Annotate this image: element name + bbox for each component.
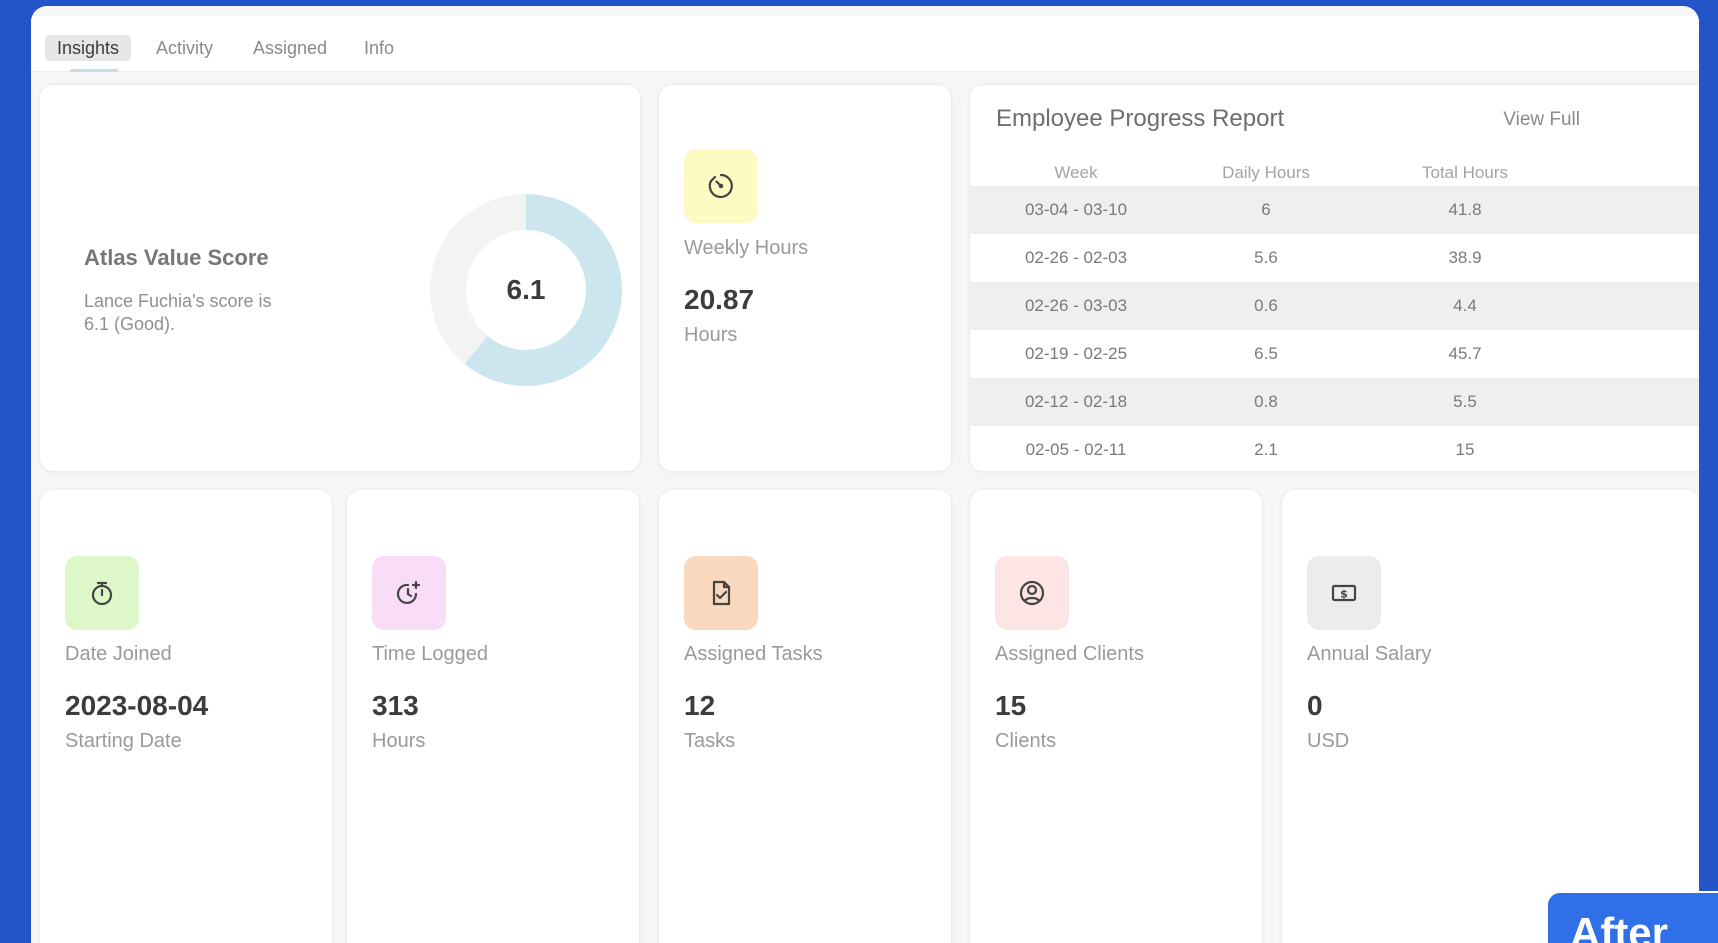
- table-row: 02-12 - 02-18 0.8 5.5: [970, 378, 1699, 426]
- cell-total-hours: 4.4: [1453, 296, 1477, 315]
- column-header-daily-hours: Daily Hours: [1222, 163, 1310, 182]
- date-joined-value: 2023-08-04: [65, 690, 209, 721]
- after-badge: After: [1546, 891, 1718, 943]
- table-row: 02-05 - 02-11 2.1 15: [970, 426, 1699, 473]
- table-row: 02-19 - 02-25 6.5 45.7: [970, 330, 1699, 378]
- dollar-bill-icon: $: [1307, 556, 1381, 630]
- assigned-tasks-label: Assigned Tasks: [684, 643, 823, 665]
- tab-assigned[interactable]: Assigned: [241, 35, 339, 61]
- date-joined-label: Date Joined: [65, 643, 172, 665]
- assigned-tasks-value: 12: [684, 690, 716, 721]
- cell-week: 02-26 - 02-03: [1024, 248, 1128, 267]
- annual-salary-value: 0: [1307, 690, 1323, 721]
- score-title: Atlas Value Score: [84, 245, 269, 270]
- column-header-total-hours: Total Hours: [1422, 163, 1508, 182]
- assigned-clients-value: 15: [995, 690, 1027, 721]
- stat-card: Time Logged 313 Hours: [346, 489, 640, 943]
- cell-total-hours: 45.7: [1448, 344, 1482, 363]
- cell-week: 03-04 - 03-10: [1024, 200, 1128, 219]
- cell-total-hours: 15: [1455, 440, 1475, 459]
- cell-total-hours: 41.8: [1448, 200, 1482, 219]
- table-row: 02-26 - 02-03 5.6 38.9: [970, 234, 1699, 282]
- assigned-clients-label: Assigned Clients: [995, 643, 1144, 665]
- weekly-hours-card: Weekly Hours 20.87 Hours: [658, 84, 952, 472]
- score-description: Lance Fuchia's score is 6.1 (Good).: [84, 291, 272, 334]
- cell-daily-hours: 5.6: [1254, 248, 1278, 267]
- weekly-hours-unit: Hours: [684, 324, 738, 346]
- weekly-hours-label: Weekly Hours: [684, 237, 809, 259]
- report-table-header: Week Daily Hours Total Hours: [970, 163, 1699, 185]
- tab-bar: Insights Activity Assigned Info: [31, 16, 1699, 72]
- cell-week: 02-26 - 03-03: [1024, 296, 1128, 315]
- report-title: Employee Progress Report: [996, 105, 1285, 132]
- score-card: Atlas Value Score Lance Fuchia's score i…: [39, 84, 641, 472]
- cell-daily-hours: 2.1: [1254, 440, 1278, 459]
- table-row: 02-26 - 03-03 0.6 4.4: [970, 282, 1699, 330]
- cell-daily-hours: 0.6: [1254, 296, 1278, 315]
- stat-card: Assigned Tasks 12 Tasks: [658, 489, 952, 943]
- timer-icon: [684, 149, 758, 223]
- stat-card: $ Annual Salary 0 USD: [1281, 489, 1699, 943]
- progress-report-card: Employee Progress Report View Full Week …: [969, 84, 1699, 472]
- clock-plus-icon: [372, 556, 446, 630]
- score-value: 6.1: [506, 274, 546, 305]
- stopwatch-icon: [65, 556, 139, 630]
- stat-card: Assigned Clients 15 Clients: [969, 489, 1263, 943]
- time-logged-unit: Hours: [372, 730, 426, 752]
- cell-total-hours: 38.9: [1448, 248, 1482, 267]
- annual-salary-label: Annual Salary: [1307, 643, 1432, 665]
- table-row: 03-04 - 03-10 6 41.8: [970, 186, 1699, 234]
- assigned-clients-unit: Clients: [995, 730, 1057, 752]
- cell-daily-hours: 6: [1261, 200, 1271, 219]
- tab-activity[interactable]: Activity: [144, 35, 225, 61]
- svg-text:$: $: [1340, 588, 1348, 601]
- date-joined-unit: Starting Date: [65, 730, 182, 752]
- assigned-tasks-unit: Tasks: [684, 730, 736, 752]
- time-logged-value: 313: [372, 690, 419, 721]
- tab-insights[interactable]: Insights: [45, 35, 132, 61]
- weekly-hours-value: 20.87: [684, 284, 755, 315]
- app-frame: Insights Activity Assigned Info Atlas Va…: [31, 6, 1699, 943]
- annual-salary-unit: USD: [1307, 730, 1350, 752]
- cell-daily-hours: 0.8: [1254, 392, 1278, 411]
- user-circle-icon: [995, 556, 1069, 630]
- time-logged-label: Time Logged: [372, 643, 488, 665]
- document-check-icon: [684, 556, 758, 630]
- tab-info[interactable]: Info: [352, 35, 406, 61]
- view-full-link[interactable]: View Full: [1503, 109, 1580, 131]
- column-header-week: Week: [1054, 163, 1098, 182]
- cell-week: 02-19 - 02-25: [1024, 344, 1128, 363]
- cell-week: 02-12 - 02-18: [1024, 392, 1128, 411]
- stat-card: Date Joined 2023-08-04 Starting Date: [39, 489, 333, 943]
- cell-daily-hours: 6.5: [1254, 344, 1278, 363]
- cell-total-hours: 5.5: [1453, 392, 1477, 411]
- active-tab-indicator: [70, 69, 118, 72]
- report-table-body: 03-04 - 03-10 6 41.8 02-26 - 02-03 5.6 38.9 02…: [970, 186, 1699, 473]
- cell-week: 02-05 - 02-11: [1025, 440, 1127, 459]
